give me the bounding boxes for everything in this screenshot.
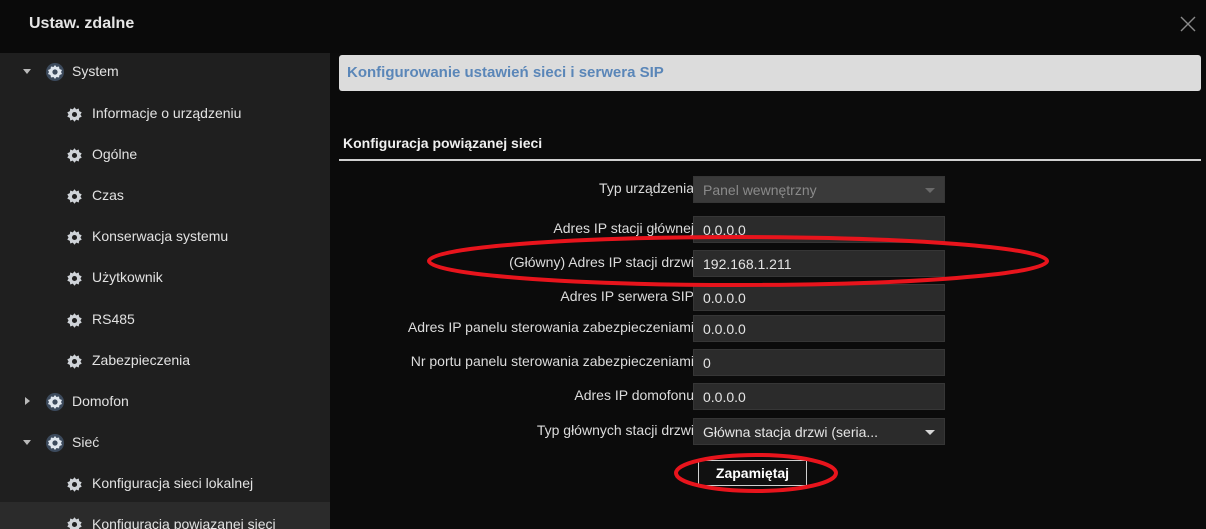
sidebar-item-rs485[interactable]: RS485 [0, 305, 330, 341]
door-station-type-label: Typ głównych stacji drzwi [536, 422, 694, 438]
gear-icon [66, 147, 83, 164]
sidebar-item-konserwacja[interactable]: Konserwacja systemu [0, 222, 330, 258]
gear-icon [66, 353, 83, 370]
save-button[interactable]: Zapamiętaj [698, 460, 807, 486]
door-station-type-row: Typ głównych stacji drzwi Główna stacja … [339, 416, 959, 446]
title-bar: Ustaw. zdalne [0, 0, 1206, 53]
chevron-down-icon[interactable] [23, 69, 31, 74]
divider [339, 159, 1201, 161]
gear-icon [66, 188, 83, 205]
sidebar-item-label: Konserwacja systemu [92, 228, 229, 244]
sidebar-item-label: Konfiguracja powiązanej sieci [92, 516, 276, 529]
sidebar-item-label: Sieć [72, 434, 100, 450]
sidebar-item-label: Domofon [72, 393, 129, 409]
main-station-ip-label: Adres IP stacji głównej [553, 220, 694, 236]
sidebar-item-informacje[interactable]: Informacje o urządzeniu [0, 99, 330, 135]
gear-icon [66, 476, 83, 493]
sidebar-item-label: Zabezpieczenia [92, 352, 191, 368]
security-panel-port-label: Nr portu panelu sterowania zabezpieczeni… [410, 353, 694, 369]
device-type-label: Typ urządzenia [599, 180, 694, 196]
close-icon[interactable] [1176, 12, 1200, 36]
sidebar-item-siec-lokalna[interactable]: Konfiguracja sieci lokalnej [0, 469, 330, 505]
sip-server-ip-input[interactable]: 0.0.0.0 [693, 284, 945, 311]
sidebar-item-domofon[interactable]: Domofon [0, 387, 330, 423]
door-station-type-select[interactable]: Główna stacja drzwi (seria... [693, 418, 945, 445]
main-station-ip-row: Adres IP stacji głównej 0.0.0.0 [339, 214, 959, 244]
device-type-row: Typ urządzenia Panel wewnętrzny [339, 174, 959, 204]
security-panel-port-input[interactable]: 0 [693, 349, 945, 376]
intercom-ip-row: Adres IP domofonu 0.0.0.0 [339, 381, 959, 411]
sidebar-item-label: System [72, 63, 119, 79]
chevron-down-icon [925, 188, 935, 193]
sidebar-item-label: Konfiguracja sieci lokalnej [92, 475, 254, 491]
sidebar-item-label: Czas [92, 187, 124, 203]
door-station-ip-row: (Główny) Adres IP stacji drzwi 192.168.1… [339, 248, 959, 278]
sidebar: System Informacje o urządzeniu Ogólne Cz… [0, 53, 330, 529]
sidebar-item-ogolne[interactable]: Ogólne [0, 140, 330, 176]
window-title: Ustaw. zdalne [29, 15, 135, 32]
sidebar-item-zabezpieczenia[interactable]: Zabezpieczenia [0, 346, 330, 382]
sidebar-item-label: RS485 [92, 311, 135, 327]
security-panel-port-row: Nr portu panelu sterowania zabezpieczeni… [339, 347, 959, 377]
chevron-down-icon[interactable] [925, 430, 935, 435]
device-type-value: Panel wewnętrzny [703, 182, 817, 198]
security-panel-ip-input[interactable]: 0.0.0.0 [693, 315, 945, 342]
gear-icon [66, 312, 83, 329]
gear-icon [66, 516, 83, 529]
chevron-down-icon[interactable] [23, 440, 31, 445]
sidebar-item-system[interactable]: System [0, 57, 330, 93]
gear-icon [66, 270, 83, 287]
section-title: Konfiguracja powiązanej sieci [343, 135, 543, 151]
main-station-ip-input[interactable]: 0.0.0.0 [693, 216, 945, 243]
door-station-ip-input[interactable]: 192.168.1.211 [693, 250, 945, 277]
device-type-select: Panel wewnętrzny [693, 176, 945, 203]
sidebar-item-label: Informacje o urządzeniu [92, 105, 242, 121]
intercom-ip-input[interactable]: 0.0.0.0 [693, 383, 945, 410]
sidebar-item-uzytkownik[interactable]: Użytkownik [0, 263, 330, 299]
gear-icon [66, 106, 83, 123]
gear-icon [45, 62, 65, 82]
chevron-right-icon[interactable] [25, 397, 30, 405]
door-station-type-value: Główna stacja drzwi (seria... [703, 424, 879, 440]
sip-server-ip-label: Adres IP serwera SIP [560, 288, 694, 304]
sidebar-item-label: Ogólne [92, 146, 138, 162]
sidebar-item-czas[interactable]: Czas [0, 181, 330, 217]
gear-icon [45, 433, 65, 453]
gear-icon [45, 392, 65, 412]
sidebar-item-powiazana-siec[interactable]: Konfiguracja powiązanej sieci [0, 502, 330, 529]
security-panel-ip-row: Adres IP panelu sterowania zabezpieczeni… [339, 313, 959, 343]
security-panel-ip-label: Adres IP panelu sterowania zabezpieczeni… [407, 319, 694, 335]
sidebar-item-label: Użytkownik [92, 269, 163, 285]
sip-server-ip-row: Adres IP serwera SIP 0.0.0.0 [339, 282, 959, 312]
gear-icon [66, 229, 83, 246]
door-station-ip-label: (Główny) Adres IP stacji drzwi [509, 254, 694, 270]
intercom-ip-label: Adres IP domofonu [574, 387, 694, 403]
page-header: Konfigurowanie ustawień sieci i serwera … [339, 55, 1201, 91]
page-title: Konfigurowanie ustawień sieci i serwera … [347, 64, 664, 81]
sidebar-item-siec[interactable]: Sieć [0, 428, 330, 464]
